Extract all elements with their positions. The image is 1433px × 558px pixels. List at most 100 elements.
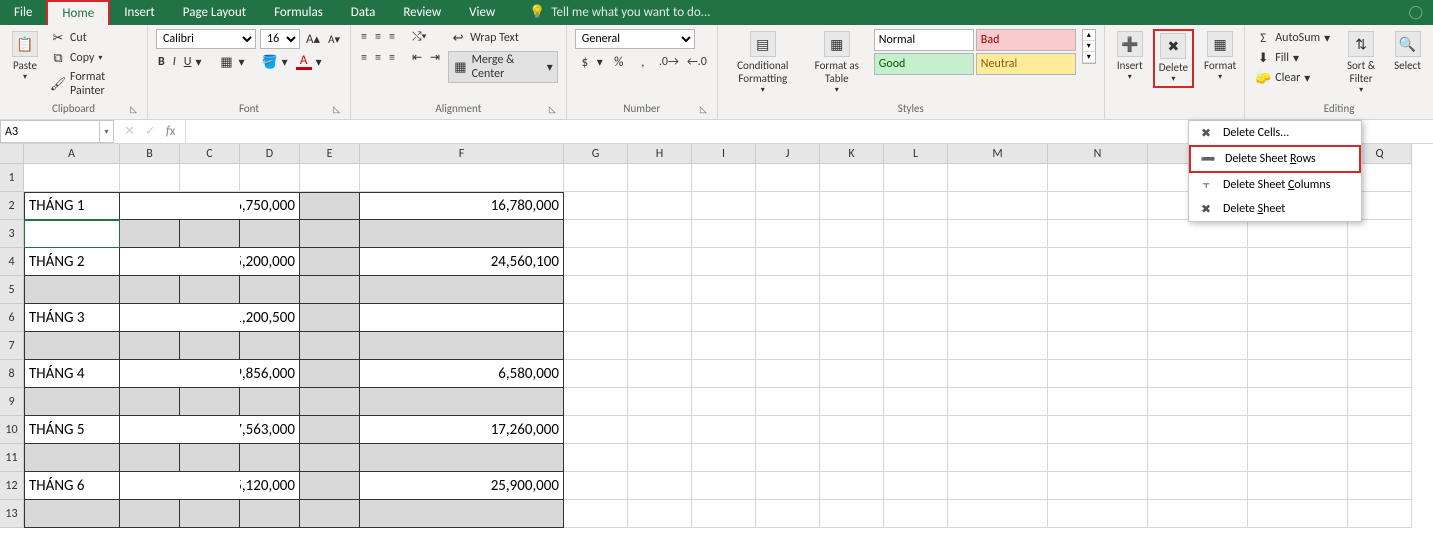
cell-D7[interactable] (240, 332, 300, 360)
cancel-formula-button[interactable]: ✕ (124, 124, 135, 139)
cell-B8[interactable] (120, 360, 180, 388)
cell-K1[interactable] (820, 164, 884, 192)
cell-L10[interactable] (884, 416, 948, 444)
col-header-J[interactable]: J (756, 144, 820, 164)
cell-P3[interactable] (1248, 220, 1348, 248)
cell-G1[interactable] (564, 164, 628, 192)
paste-button[interactable]: 📋 Paste ▾ (8, 29, 42, 84)
cell-A9[interactable] (24, 388, 120, 416)
cell-M6[interactable] (948, 304, 1048, 332)
cell-D8[interactable]: 9,856,000 (240, 360, 300, 388)
align-top-button[interactable]: ≡ (359, 29, 369, 45)
cell-F3[interactable] (360, 220, 564, 248)
cell-P10[interactable] (1248, 416, 1348, 444)
cell-G5[interactable] (564, 276, 628, 304)
cell-M5[interactable] (948, 276, 1048, 304)
cell-Q6[interactable] (1348, 304, 1412, 332)
cell-F6[interactable] (360, 304, 564, 332)
cell-E8[interactable] (300, 360, 360, 388)
borders-button[interactable]: ▦▾ (217, 53, 247, 71)
cell-L2[interactable] (884, 192, 948, 220)
cell-O9[interactable] (1148, 388, 1248, 416)
cell-Q5[interactable] (1348, 276, 1412, 304)
cell-H11[interactable] (628, 444, 692, 472)
cell-H6[interactable] (628, 304, 692, 332)
cell-I9[interactable] (692, 388, 756, 416)
cell-F9[interactable] (360, 388, 564, 416)
col-header-E[interactable]: E (300, 144, 360, 164)
number-launcher-icon[interactable]: ◺ (700, 104, 707, 115)
cell-N8[interactable] (1048, 360, 1148, 388)
col-header-C[interactable]: C (180, 144, 240, 164)
cell-C11[interactable] (180, 444, 240, 472)
tell-me-search[interactable]: 💡 Tell me what you want to do... (529, 0, 710, 25)
cell-H8[interactable] (628, 360, 692, 388)
cell-O7[interactable] (1148, 332, 1248, 360)
cell-J6[interactable] (756, 304, 820, 332)
cell-O3[interactable] (1148, 220, 1248, 248)
accounting-format-button[interactable]: $▾ (575, 53, 605, 71)
cell-N10[interactable] (1048, 416, 1148, 444)
cell-P8[interactable] (1248, 360, 1348, 388)
font-launcher-icon[interactable]: ◺ (333, 104, 340, 115)
orientation-button[interactable]: ⤭▾ (410, 29, 429, 45)
cell-M4[interactable] (948, 248, 1048, 276)
cell-K10[interactable] (820, 416, 884, 444)
col-header-H[interactable]: H (628, 144, 692, 164)
cell-O11[interactable] (1148, 444, 1248, 472)
cell-F1[interactable] (360, 164, 564, 192)
menu-delete-sheet-rows[interactable]: ➖Delete Sheet Rows (1189, 145, 1361, 173)
conditional-formatting-button[interactable]: ▤Conditional Formatting▾ (726, 29, 800, 97)
underline-button[interactable]: U ▾ (182, 54, 204, 71)
cell-P9[interactable] (1248, 388, 1348, 416)
cell-H1[interactable] (628, 164, 692, 192)
row-header-4[interactable]: 4 (0, 248, 24, 276)
cell-N5[interactable] (1048, 276, 1148, 304)
cell-Q10[interactable] (1348, 416, 1412, 444)
cell-O10[interactable] (1148, 416, 1248, 444)
cell-I2[interactable] (692, 192, 756, 220)
cell-M1[interactable] (948, 164, 1048, 192)
cell-Q4[interactable] (1348, 248, 1412, 276)
cell-I10[interactable] (692, 416, 756, 444)
gallery-up-icon[interactable]: ▴ (1083, 30, 1095, 41)
row-header-10[interactable]: 10 (0, 416, 24, 444)
cell-G12[interactable] (564, 472, 628, 500)
cell-A10[interactable]: THÁNG 5 (24, 416, 120, 444)
row-header-7[interactable]: 7 (0, 332, 24, 360)
bold-button[interactable]: B (156, 54, 167, 70)
cell-Q13[interactable] (1348, 500, 1412, 528)
cell-P5[interactable] (1248, 276, 1348, 304)
cell-B13[interactable] (120, 500, 180, 528)
cell-O4[interactable] (1148, 248, 1248, 276)
cell-M13[interactable] (948, 500, 1048, 528)
cell-P7[interactable] (1248, 332, 1348, 360)
cell-I1[interactable] (692, 164, 756, 192)
col-header-F[interactable]: F (360, 144, 564, 164)
cell-A13[interactable] (24, 500, 120, 528)
cell-B4[interactable] (120, 248, 180, 276)
cell-H12[interactable] (628, 472, 692, 500)
gallery-down-icon[interactable]: ▾ (1083, 41, 1095, 52)
menu-delete-sheet[interactable]: ✖Delete Sheet (1189, 197, 1361, 221)
cell-B11[interactable] (120, 444, 180, 472)
cell-G9[interactable] (564, 388, 628, 416)
cell-E7[interactable] (300, 332, 360, 360)
cell-K8[interactable] (820, 360, 884, 388)
clear-button[interactable]: 🧽Clear ▾ (1253, 69, 1332, 87)
cell-D12[interactable]: 5,120,000 (240, 472, 300, 500)
cell-D10[interactable]: 17,563,000 (240, 416, 300, 444)
cell-N1[interactable] (1048, 164, 1148, 192)
cell-J2[interactable] (756, 192, 820, 220)
cell-M11[interactable] (948, 444, 1048, 472)
cell-D5[interactable] (240, 276, 300, 304)
col-header-K[interactable]: K (820, 144, 884, 164)
format-button[interactable]: ▦Format▾ (1200, 29, 1240, 84)
cell-C7[interactable] (180, 332, 240, 360)
gallery-more-icon[interactable]: ▾ (1083, 52, 1095, 63)
cell-J9[interactable] (756, 388, 820, 416)
row-header-5[interactable]: 5 (0, 276, 24, 304)
cell-F10[interactable]: 17,260,000 (360, 416, 564, 444)
insert-button[interactable]: ➕Insert▾ (1113, 29, 1147, 84)
cell-I11[interactable] (692, 444, 756, 472)
